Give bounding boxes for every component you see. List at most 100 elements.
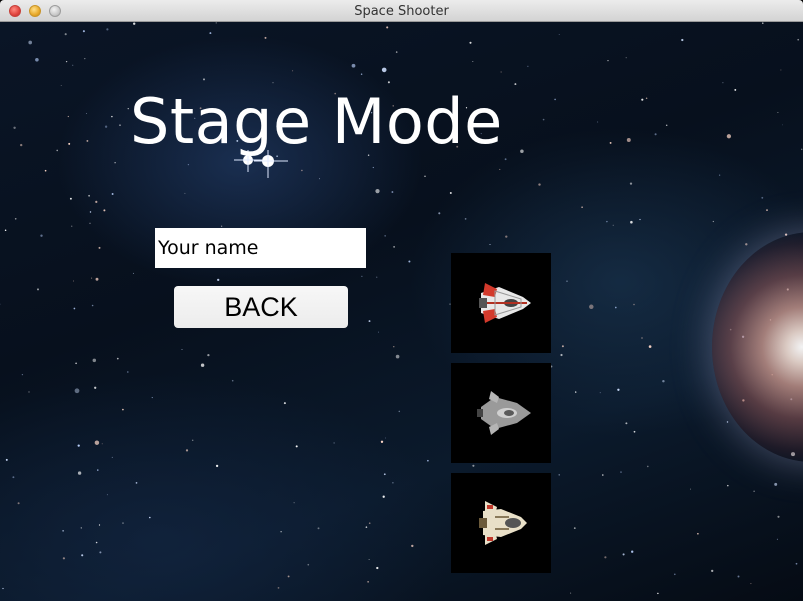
zoom-window-button[interactable] [49, 5, 61, 17]
star [795, 562, 798, 565]
star [395, 354, 400, 359]
minimize-window-button[interactable] [29, 5, 41, 17]
star [697, 533, 699, 535]
star [777, 111, 779, 114]
star [95, 541, 98, 544]
star [384, 235, 386, 237]
star [766, 209, 768, 211]
star [376, 566, 379, 570]
star [89, 211, 92, 213]
star [631, 550, 634, 553]
close-window-button[interactable] [9, 5, 21, 17]
star [602, 474, 604, 476]
star [424, 175, 426, 177]
star [101, 443, 103, 445]
star [662, 379, 665, 383]
star [449, 192, 452, 194]
star [122, 522, 124, 524]
star [200, 363, 205, 367]
star [13, 126, 16, 129]
ship-select-red[interactable] [451, 253, 551, 353]
app-window: Space Shooter Stage Mode BACK [0, 0, 803, 601]
star [119, 124, 121, 126]
star [94, 440, 100, 445]
star [614, 306, 617, 309]
star [74, 388, 80, 394]
star [527, 65, 529, 67]
star [98, 246, 101, 249]
star [609, 141, 612, 144]
star [111, 456, 113, 458]
star [361, 275, 363, 277]
star [71, 225, 73, 227]
back-button[interactable]: BACK [174, 286, 348, 328]
star [489, 243, 491, 246]
star [73, 280, 74, 282]
star [566, 280, 568, 282]
star [391, 191, 394, 193]
star [472, 60, 474, 63]
star [287, 575, 290, 578]
star [77, 471, 82, 475]
star [648, 345, 652, 348]
star [365, 526, 368, 528]
player-name-input[interactable] [155, 228, 366, 268]
star [674, 573, 676, 576]
ship-select-grey[interactable] [451, 363, 551, 463]
star [558, 474, 560, 476]
star [84, 58, 86, 60]
window-title: Space Shooter [354, 4, 449, 19]
star [639, 218, 641, 221]
star [351, 63, 356, 68]
star [292, 70, 294, 72]
star [372, 166, 374, 169]
star [368, 558, 370, 560]
star [181, 349, 183, 350]
star [774, 482, 778, 486]
star [122, 408, 124, 411]
star [280, 531, 282, 533]
star [221, 225, 223, 227]
ship-cream-icon [479, 501, 527, 545]
star [217, 278, 220, 282]
star [215, 22, 217, 24]
star [727, 484, 729, 487]
star [375, 188, 380, 194]
star [106, 28, 109, 31]
star [777, 515, 780, 518]
star [283, 402, 286, 405]
star [597, 121, 599, 123]
star [599, 392, 601, 394]
star [317, 527, 320, 530]
star [383, 473, 386, 476]
star [625, 422, 628, 425]
star [737, 575, 740, 578]
star [386, 26, 389, 29]
star [67, 115, 69, 118]
star [215, 464, 219, 468]
star [393, 346, 395, 348]
star [378, 331, 379, 333]
star [72, 64, 74, 66]
star [44, 169, 47, 172]
star [622, 553, 625, 556]
star [368, 320, 371, 323]
star [184, 192, 186, 194]
star [612, 224, 614, 226]
star [641, 337, 643, 339]
star [395, 51, 398, 53]
star [0, 303, 1, 305]
star [111, 193, 114, 195]
star [722, 82, 724, 84]
star [427, 459, 429, 462]
star [301, 169, 303, 172]
star [264, 36, 267, 39]
star [91, 304, 94, 307]
star [295, 445, 298, 448]
ship-select-cream[interactable] [451, 473, 551, 573]
star [625, 57, 627, 59]
star [581, 206, 583, 208]
star [75, 362, 77, 365]
star [40, 234, 43, 237]
star [712, 220, 714, 223]
